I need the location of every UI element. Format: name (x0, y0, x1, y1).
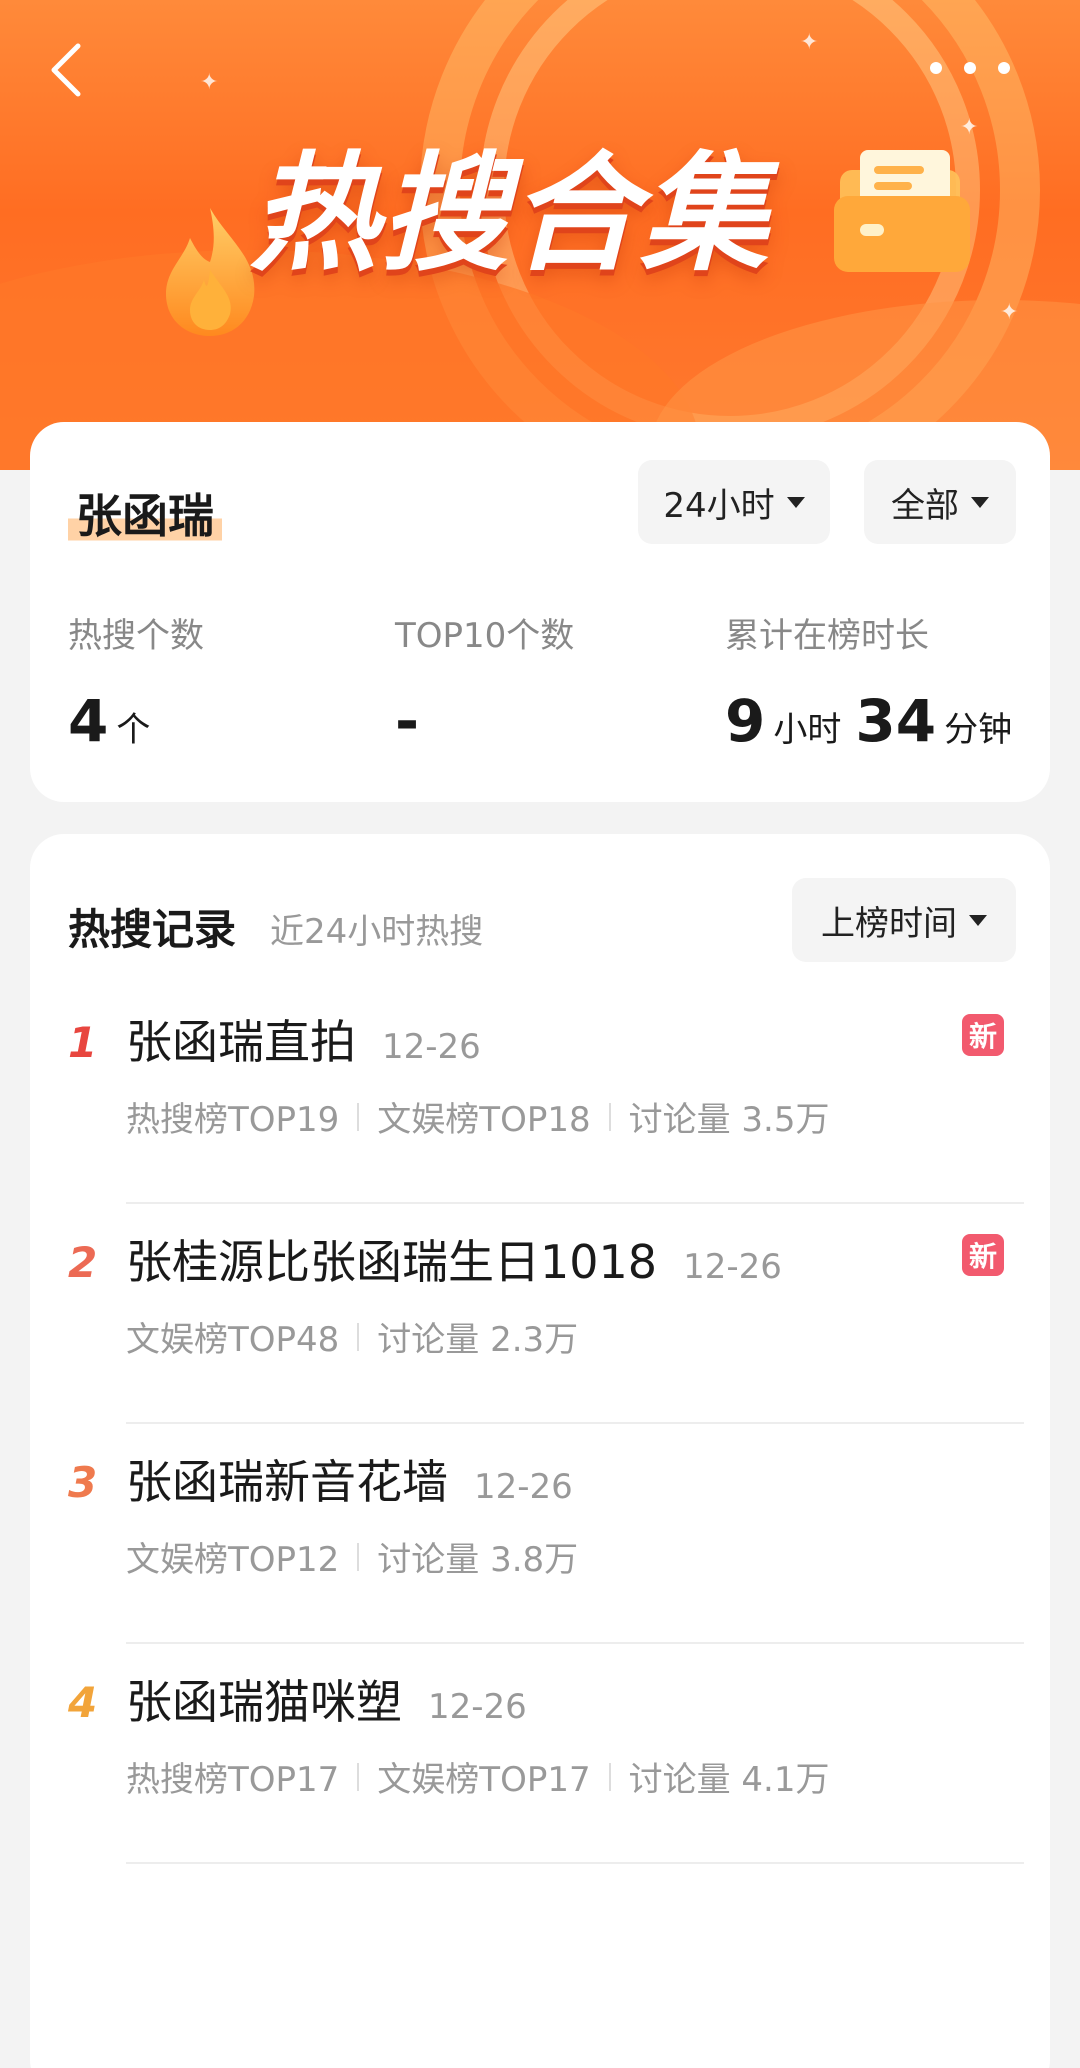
more-dots-icon (930, 62, 942, 74)
meta-separator (357, 1542, 360, 1571)
divider (126, 1862, 1024, 1864)
topic-name: 张函瑞 (68, 480, 222, 546)
stat-unit: 个 (116, 710, 151, 750)
record-title[interactable]: 张桂源比张函瑞生日1018 (126, 1226, 657, 1292)
meta-separator (608, 1102, 611, 1131)
record-date: 12-26 (428, 1687, 527, 1727)
summary-card: 张函瑞 24小时 全部 热搜个数 4 个 TOP10个数 - 累计在榜时长 9 … (30, 422, 1050, 802)
record-meta: 热搜榜TOP19 文娱榜TOP18 讨论量 3.5万 (126, 1092, 829, 1141)
header-banner: ✦ ✦ ✦ ✦ ✦ 热搜合集 (0, 0, 1080, 470)
records-title: 热搜记录 (68, 905, 237, 954)
sort-select[interactable]: 上榜时间 (792, 878, 1016, 962)
record-rank: 1 (68, 1018, 98, 1067)
stat-number: 4 (68, 687, 109, 755)
record-title[interactable]: 张函瑞直拍 (126, 1006, 356, 1072)
sparkle-icon: ✦ (960, 115, 979, 140)
record-title[interactable]: 张函瑞猫咪塑 (126, 1666, 402, 1732)
record-meta-item: 文娱榜TOP12 (126, 1540, 340, 1580)
folder-icon (834, 150, 970, 272)
back-button[interactable] (40, 40, 92, 100)
stat-unit: 小时 (773, 710, 842, 750)
record-meta-item: 讨论量 3.5万 (628, 1100, 830, 1140)
record-date: 12-26 (474, 1467, 573, 1507)
record-item[interactable]: 2 张桂源比张函瑞生日1018 12-26 新文娱榜TOP48 讨论量 2.3万 (30, 1204, 1024, 1424)
chevron-left-icon (51, 43, 81, 97)
record-meta: 文娱榜TOP12 讨论量 3.8万 (126, 1532, 578, 1581)
record-meta-item: 热搜榜TOP17 (126, 1760, 340, 1800)
record-rank: 2 (68, 1238, 98, 1287)
stat-value: 4 个 (68, 687, 204, 755)
record-date: 12-26 (382, 1027, 481, 1067)
caret-down-icon (786, 496, 805, 508)
stat-label: TOP10个数 (395, 616, 575, 656)
sparkle-icon: ✦ (800, 30, 819, 55)
record-date: 12-26 (683, 1247, 782, 1287)
stat-duration: 累计在榜时长 9 小时 34 分钟 (725, 608, 1026, 755)
caret-down-icon (971, 496, 989, 508)
record-item[interactable]: 1 张函瑞直拍 12-26 新热搜榜TOP19 文娱榜TOP18 讨论量 3.5万 (30, 984, 1024, 1204)
record-item[interactable]: 3 张函瑞新音花墙 12-26 文娱榜TOP12 讨论量 3.8万 (30, 1424, 1024, 1644)
record-rank: 3 (68, 1458, 98, 1507)
record-meta-item: 热搜榜TOP19 (126, 1100, 340, 1140)
stat-minutes: 34 (855, 687, 937, 755)
banner-title: 热搜合集 (250, 140, 771, 289)
sparkle-icon: ✦ (1000, 300, 1019, 325)
record-meta: 文娱榜TOP48 讨论量 2.3万 (126, 1312, 578, 1361)
record-title-row: 张桂源比张函瑞生日1018 12-26 (126, 1226, 782, 1292)
meta-separator (357, 1102, 360, 1131)
record-meta-item: 文娱榜TOP48 (126, 1320, 340, 1360)
stat-top10-count: TOP10个数 - (395, 608, 574, 755)
stat-hot-count: 热搜个数 4 个 (68, 608, 204, 755)
record-meta: 热搜榜TOP17 文娱榜TOP17 讨论量 4.1万 (126, 1752, 829, 1801)
record-meta-item: 讨论量 2.3万 (377, 1320, 579, 1360)
record-rank: 4 (68, 1678, 98, 1727)
meta-separator (608, 1762, 611, 1791)
stat-label: 热搜个数 (68, 616, 204, 656)
records-subtitle: 近24小时热搜 (270, 912, 484, 952)
new-badge: 新 (962, 1234, 1004, 1276)
period-select[interactable]: 24小时 (638, 460, 830, 544)
stat-hours: 9 (725, 687, 766, 755)
record-title-row: 张函瑞直拍 12-26 (126, 1006, 481, 1072)
more-dots-icon (998, 62, 1010, 74)
record-item[interactable]: 4 张函瑞猫咪塑 12-26 热搜榜TOP17 文娱榜TOP17 讨论量 4.1万 (30, 1644, 1024, 1864)
scope-select-label: 全部 (891, 485, 959, 526)
period-select-label: 24小时 (663, 485, 775, 526)
stat-value: - (395, 687, 574, 755)
meta-separator (357, 1762, 360, 1791)
more-dots-icon (964, 62, 976, 74)
more-options-button[interactable] (930, 50, 1010, 86)
caret-down-icon (969, 914, 987, 926)
record-title-row: 张函瑞猫咪塑 12-26 (126, 1666, 527, 1732)
record-title-row: 张函瑞新音花墙 12-26 (126, 1446, 573, 1512)
new-badge: 新 (962, 1014, 1004, 1056)
stat-value: 9 小时 34 分钟 (725, 687, 1026, 755)
stat-unit: 分钟 (944, 710, 1013, 750)
record-title[interactable]: 张函瑞新音花墙 (126, 1446, 448, 1512)
sort-select-label: 上榜时间 (821, 903, 957, 944)
record-meta-item: 讨论量 4.1万 (628, 1760, 830, 1800)
records-card: 热搜记录 近24小时热搜 上榜时间 1 张函瑞直拍 12-26 新热搜榜TOP19 文娱… (30, 834, 1050, 2068)
stat-number: - (395, 687, 420, 755)
record-meta-item: 文娱榜TOP18 (377, 1100, 591, 1140)
scope-select[interactable]: 全部 (864, 460, 1016, 544)
record-meta-item: 文娱榜TOP17 (377, 1760, 591, 1800)
record-meta-item: 讨论量 3.8万 (377, 1540, 579, 1580)
sparkle-icon: ✦ (200, 70, 219, 95)
meta-separator (357, 1322, 360, 1351)
stat-label: 累计在榜时长 (725, 616, 929, 656)
